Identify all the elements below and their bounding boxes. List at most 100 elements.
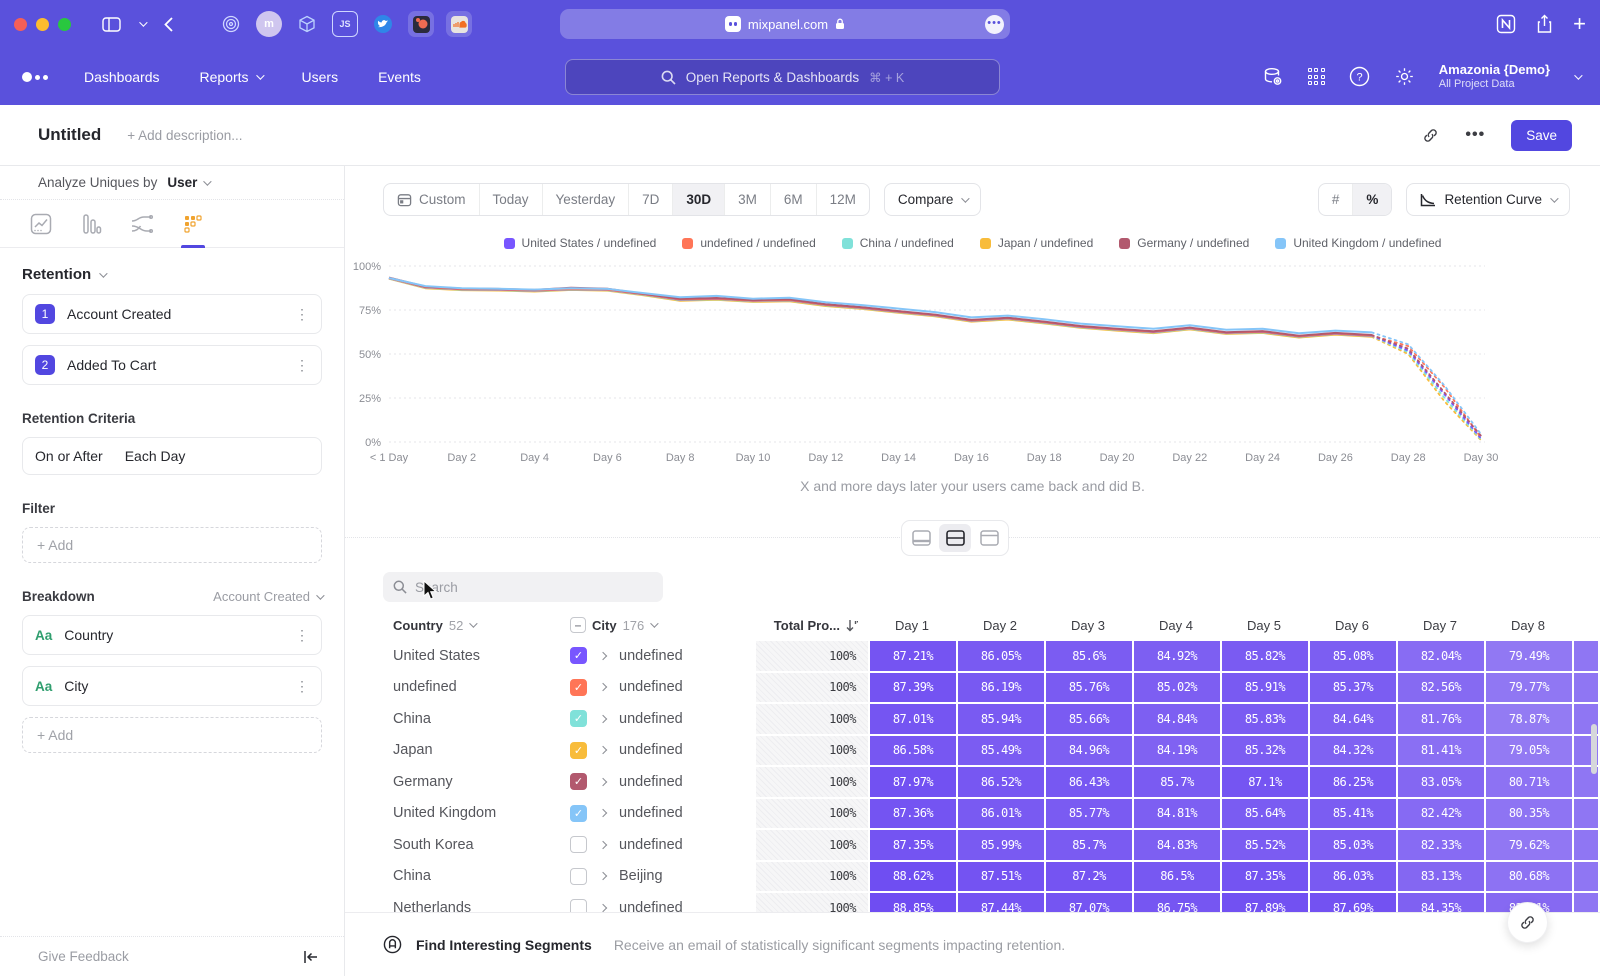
day-column-header[interactable]: Day 6	[1308, 618, 1396, 633]
day-column-header[interactable]: Day 4	[1132, 618, 1220, 633]
expand-row-icon[interactable]	[599, 872, 607, 880]
day-column-header[interactable]: Day 3	[1044, 618, 1132, 633]
target-icon[interactable]	[218, 11, 244, 37]
day-column-header[interactable]: Day 7	[1396, 618, 1484, 633]
city-label[interactable]: undefined	[619, 837, 683, 853]
filter-add-button[interactable]: + Add	[22, 527, 322, 563]
retention-value-cell[interactable]: 83.13%	[1398, 862, 1484, 892]
expand-row-icon[interactable]	[599, 904, 607, 912]
retention-value-cell[interactable]: 86.19%	[958, 673, 1044, 703]
retention-value-cell[interactable]: 87.01%	[870, 704, 956, 734]
retention-value-cell[interactable]: 79.49%	[1486, 641, 1572, 671]
city-label[interactable]: undefined	[619, 805, 683, 821]
js-icon[interactable]: JS	[332, 11, 358, 37]
retention-value-cell[interactable]: 85.83%	[1222, 704, 1308, 734]
expand-row-icon[interactable]	[599, 778, 607, 786]
data-management-icon[interactable]	[1262, 66, 1284, 88]
global-search[interactable]: Open Reports & Dashboards ⌘ + K	[565, 59, 1000, 95]
country-cell[interactable]: China	[383, 868, 570, 884]
country-cell[interactable]: United States	[383, 648, 570, 664]
city-label[interactable]: undefined	[619, 774, 683, 790]
retention-value-cell[interactable]: 82.04%	[1398, 641, 1484, 671]
table-search-input[interactable]	[415, 580, 635, 595]
retention-step-2[interactable]: 2Added To Cart⋮	[22, 345, 322, 385]
retention-step-1[interactable]: 1Account Created⋮	[22, 294, 322, 334]
retention-value-cell[interactable]: 85.41%	[1310, 799, 1396, 829]
give-feedback-link[interactable]: Give Feedback	[38, 949, 129, 964]
retention-value-cell[interactable]: 87.2%	[1046, 862, 1132, 892]
retention-value-cell[interactable]: 82.33%	[1398, 830, 1484, 860]
save-button[interactable]: Save	[1511, 120, 1572, 151]
retention-value-cell[interactable]: 85.37%	[1310, 673, 1396, 703]
city-label[interactable]: undefined	[619, 711, 683, 727]
compare-button[interactable]: Compare	[884, 183, 982, 216]
retention-value-cell[interactable]: 85.66%	[1046, 704, 1132, 734]
range-12m[interactable]: 12M	[817, 184, 869, 215]
settings-gear-icon[interactable]	[1394, 66, 1415, 87]
retention-value-cell[interactable]: 82.42%	[1398, 799, 1484, 829]
retention-value-cell[interactable]: 85.32%	[1222, 736, 1308, 766]
retention-value-cell[interactable]: 86.43%	[1046, 767, 1132, 797]
breakdown-menu-icon[interactable]: ⋮	[295, 627, 309, 644]
retention-value-cell[interactable]: 87.35%	[1222, 862, 1308, 892]
more-options-icon[interactable]: •••	[1465, 126, 1485, 144]
city-label[interactable]: undefined	[619, 679, 683, 695]
step-menu-icon[interactable]: ⋮	[295, 306, 309, 323]
logseq-icon[interactable]	[408, 11, 434, 37]
country-cell[interactable]: United Kingdom	[383, 805, 570, 821]
range-custom[interactable]: Custom	[384, 184, 480, 215]
expand-row-icon[interactable]	[599, 683, 607, 691]
unit-absolute-toggle[interactable]: #	[1319, 184, 1354, 215]
country-cell[interactable]: Japan	[383, 742, 570, 758]
city-label[interactable]: undefined	[619, 648, 683, 664]
day-column-header[interactable]: Day 2	[956, 618, 1044, 633]
close-window-button[interactable]	[14, 18, 27, 31]
retention-value-cell[interactable]: 84.81%	[1134, 799, 1220, 829]
expand-row-icon[interactable]	[599, 746, 607, 754]
chart-type-dropdown[interactable]: Retention Curve	[1406, 183, 1570, 216]
retention-value-cell[interactable]: 85.99%	[958, 830, 1044, 860]
view-chart-and-table-icon[interactable]	[939, 524, 971, 552]
tab-funnels[interactable]	[80, 200, 102, 248]
copy-link-icon[interactable]	[1422, 127, 1439, 144]
retention-value-cell[interactable]: 85.7%	[1046, 830, 1132, 860]
address-bar[interactable]: mixpanel.com •••	[560, 9, 1010, 39]
city-label[interactable]: Beijing	[619, 868, 663, 884]
expand-row-icon[interactable]	[599, 841, 607, 849]
range-30d[interactable]: 30D	[673, 184, 725, 215]
retention-value-cell[interactable]: 85.02%	[1134, 673, 1220, 703]
add-description[interactable]: + Add description...	[127, 128, 242, 143]
retention-value-cell[interactable]: 84.32%	[1310, 736, 1396, 766]
retention-value-cell[interactable]: 81.76%	[1398, 704, 1484, 734]
retention-value-cell[interactable]: 87.35%	[870, 830, 956, 860]
retention-value-cell[interactable]: 86.52%	[958, 767, 1044, 797]
soundcloud-icon[interactable]	[446, 11, 472, 37]
bird-icon[interactable]	[370, 11, 396, 37]
tab-flows[interactable]	[130, 200, 154, 248]
retention-value-cell[interactable]: 86.05%	[958, 641, 1044, 671]
legend-item[interactable]: China / undefined	[842, 236, 954, 250]
row-checkbox[interactable]: ✓	[570, 679, 587, 696]
legend-item[interactable]: Germany / undefined	[1119, 236, 1249, 250]
retention-value-cell[interactable]: 85.91%	[1222, 673, 1308, 703]
city-select-all-checkbox[interactable]: –	[570, 617, 586, 633]
retention-value-cell[interactable]: 85.76%	[1046, 673, 1132, 703]
retention-value-cell[interactable]: 85.77%	[1046, 799, 1132, 829]
retention-value-cell[interactable]: 85.64%	[1222, 799, 1308, 829]
project-switcher[interactable]: Amazonia {Demo} All Project Data	[1439, 62, 1550, 92]
report-title[interactable]: Untitled	[38, 125, 101, 145]
tab-insights[interactable]	[30, 200, 52, 248]
retention-value-cell[interactable]: 88.62%	[870, 862, 956, 892]
legend-item[interactable]: Japan / undefined	[980, 236, 1093, 250]
new-tab-icon[interactable]: +	[1573, 11, 1586, 37]
m-avatar-icon[interactable]: m	[256, 11, 282, 37]
country-cell[interactable]: South Korea	[383, 837, 570, 853]
country-cell[interactable]: Germany	[383, 774, 570, 790]
retention-value-cell[interactable]: 84.64%	[1310, 704, 1396, 734]
back-icon[interactable]	[164, 17, 173, 32]
retention-value-cell[interactable]: 86.01%	[958, 799, 1044, 829]
day-column-header[interactable]: Day 5	[1220, 618, 1308, 633]
retention-value-cell[interactable]: 87.1%	[1222, 767, 1308, 797]
retention-value-cell[interactable]: 86.58%	[870, 736, 956, 766]
retention-value-cell[interactable]: 85.82%	[1222, 641, 1308, 671]
